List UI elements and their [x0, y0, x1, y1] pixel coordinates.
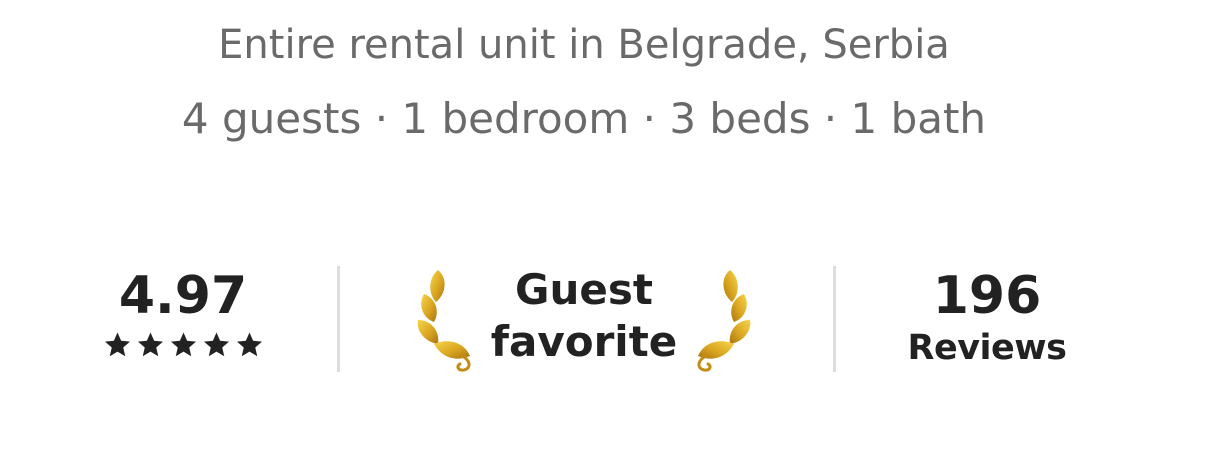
reviews-summary[interactable]: 196 Reviews [892, 266, 1082, 370]
guest-favorite-label: Guest favorite [478, 264, 690, 368]
listing-type-location: Entire rental unit in Belgrade, Serbia [218, 22, 950, 68]
star-icon [104, 332, 130, 357]
star-icon [170, 332, 196, 357]
guest-favorite-badge[interactable]: Guest favorite [412, 262, 756, 374]
stats-divider [833, 266, 836, 372]
star-icon [137, 332, 163, 357]
badge-line-2: favorite [490, 317, 678, 366]
reviews-label: Reviews [907, 328, 1067, 368]
star-rating [90, 330, 276, 360]
badge-line-1: Guest [515, 265, 653, 314]
stats-divider [337, 266, 340, 372]
laurel-right-icon [697, 270, 751, 372]
star-icon [236, 332, 262, 357]
reviews-count: 196 [932, 266, 1042, 326]
laurel-left-icon [417, 270, 471, 372]
listing-details: 4 guests · 1 bedroom · 3 beds · 1 bath [181, 94, 987, 143]
rating-summary[interactable]: 4.97 [90, 266, 276, 360]
rating-value: 4.97 [118, 266, 248, 326]
star-icon [203, 332, 229, 357]
